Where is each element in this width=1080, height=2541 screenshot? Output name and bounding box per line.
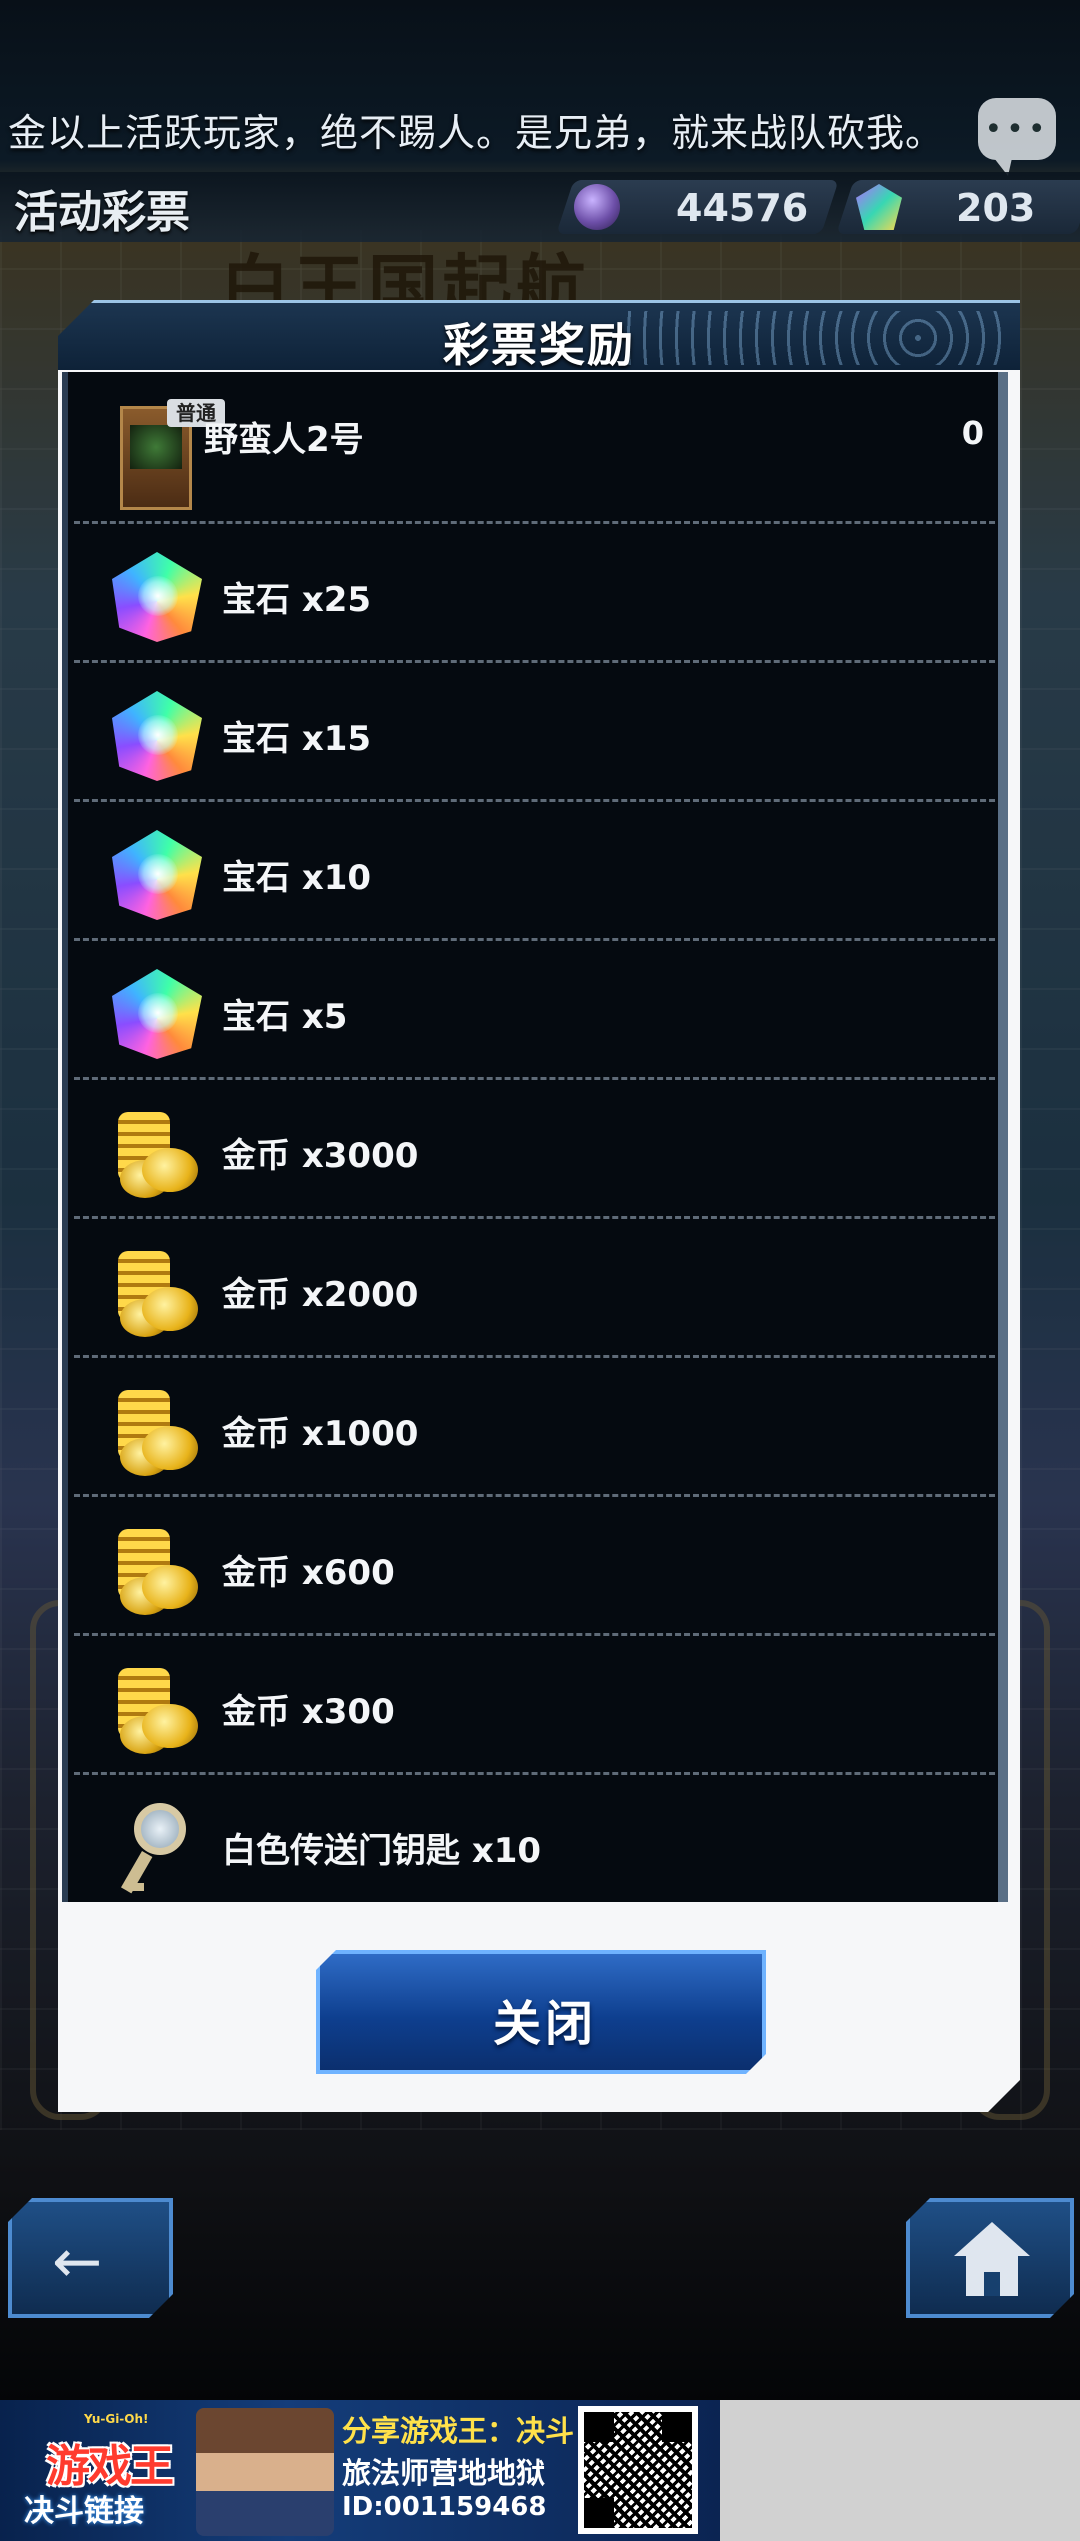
reward-label: 金币 x1000 <box>222 1414 419 1454</box>
share-player-id: ID:001159468 <box>342 2492 547 2522</box>
reward-label: 金币 x300 <box>222 1692 395 1732</box>
empty-area <box>720 2400 1080 2541</box>
game-logo: Yu-Gi-Oh! 游戏王 决斗链接 <box>24 2412 174 2529</box>
lottery-rewards-dialog: 彩票奖励 普通 野蛮人2号 0 宝石 x25 宝石 x15 宝石 x10 宝石 … <box>58 300 1020 2112</box>
ticker-text: 金以上活跃玩家，绝不踢人。是兄弟，就来战队砍我。 <box>8 111 945 155</box>
close-button-label: 关闭 <box>492 1996 597 2052</box>
chat-ticker: 金以上活跃玩家，绝不踢人。是兄弟，就来战队砍我。 <box>0 96 1080 166</box>
reward-row: 宝石 x15 <box>74 663 998 802</box>
qr-code-icon <box>578 2406 698 2534</box>
chat-bubble-icon[interactable]: ••• <box>978 98 1056 176</box>
reward-label: 金币 x600 <box>222 1553 395 1593</box>
reward-label: 宝石 x5 <box>222 997 348 1037</box>
close-button[interactable]: 关闭 <box>316 1950 766 2074</box>
share-text-line-2: 旅法师营地地狱 <box>342 2456 546 2490</box>
gem-icon <box>112 552 202 642</box>
reward-label: 宝石 x25 <box>222 580 372 620</box>
gold-coins-icon <box>112 1108 202 1198</box>
crystals-counter: 203 <box>956 186 1036 230</box>
reward-row: 普通 野蛮人2号 0 <box>74 372 998 524</box>
card-icon: 普通 <box>120 399 225 510</box>
reward-label: 野蛮人2号 <box>204 420 364 460</box>
reward-row: 宝石 x25 <box>74 524 998 663</box>
reward-label: 金币 x3000 <box>222 1136 419 1176</box>
gem-icon <box>112 830 202 920</box>
reward-row: 金币 x1000 <box>74 1358 998 1497</box>
page-title: 活动彩票 <box>14 187 190 238</box>
character-avatar <box>196 2408 334 2536</box>
orb-currency-icon <box>574 184 620 230</box>
gold-coins-icon <box>112 1525 202 1615</box>
reward-count: 0 <box>961 414 984 452</box>
reward-row: 宝石 x5 <box>74 941 998 1080</box>
reward-label: 金币 x2000 <box>222 1275 419 1315</box>
dialog-title: 彩票奖励 <box>443 318 635 372</box>
gold-coins-icon <box>112 1247 202 1337</box>
reward-row: 金币 x300 <box>74 1636 998 1775</box>
back-arrow-icon: ← <box>52 2227 103 2297</box>
reward-row: 金币 x2000 <box>74 1219 998 1358</box>
rewards-list[interactable]: 普通 野蛮人2号 0 宝石 x25 宝石 x15 宝石 x10 宝石 x5 金币… <box>62 372 1008 1902</box>
reward-row: 金币 x600 <box>74 1497 998 1636</box>
reward-label: 白色传送门钥匙 x10 <box>222 1831 542 1871</box>
reward-row: 宝石 x10 <box>74 802 998 941</box>
reward-row: 金币 x3000 <box>74 1080 998 1219</box>
gem-icon <box>112 691 202 781</box>
share-text-line-1: 分享游戏王：决斗 <box>342 2414 575 2448</box>
reward-label: 宝石 x10 <box>222 858 372 898</box>
reward-row: 白色传送门钥匙 x10 <box>74 1775 998 1902</box>
home-button[interactable] <box>906 2198 1074 2318</box>
gems-counter: 44576 <box>676 186 809 230</box>
white-portal-key-icon <box>112 1803 202 1894</box>
reward-label: 宝石 x15 <box>222 719 372 759</box>
share-banner[interactable]: Yu-Gi-Oh! 游戏王 决斗链接 分享游戏王：决斗 旅法师营地地狱 ID:0… <box>0 2400 720 2541</box>
gold-coins-icon <box>112 1664 202 1754</box>
back-button[interactable]: ← <box>8 2198 173 2318</box>
dialog-header: 彩票奖励 <box>58 300 1020 370</box>
gold-coins-icon <box>112 1386 202 1476</box>
gem-icon <box>112 969 202 1059</box>
